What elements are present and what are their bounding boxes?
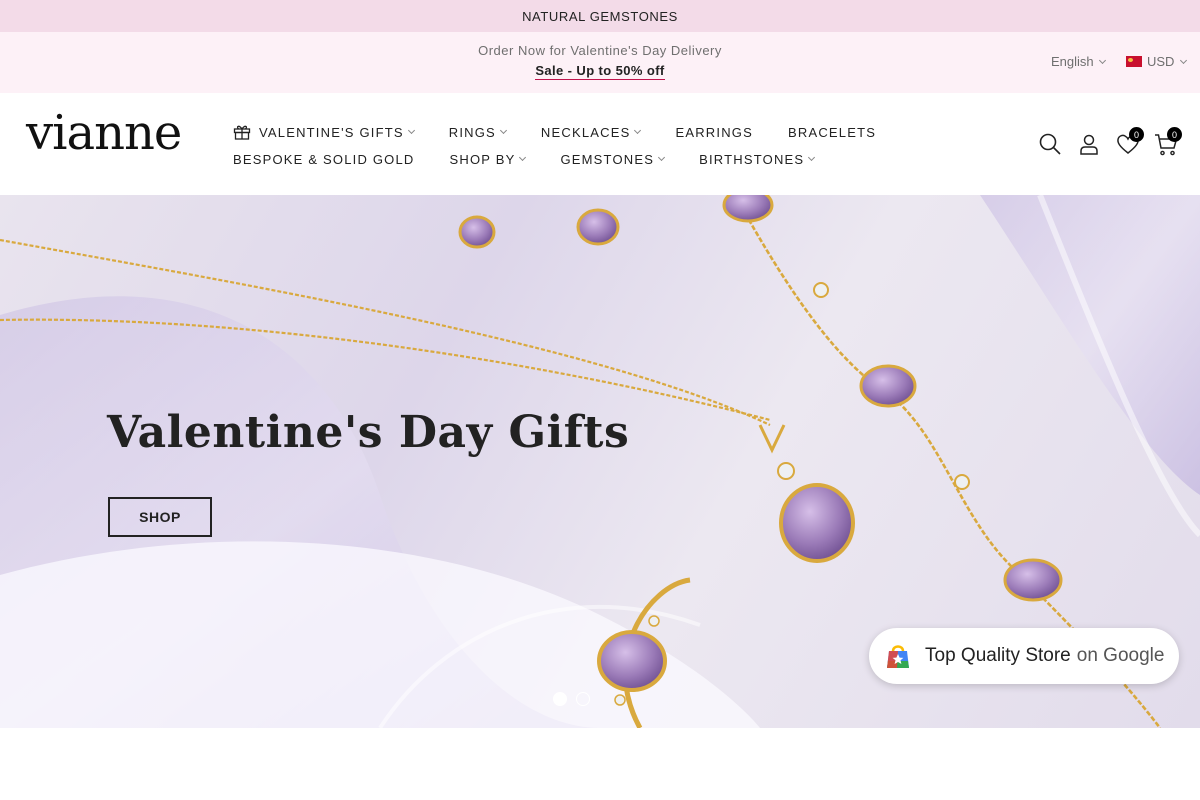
nav-item-rings[interactable]: RINGS xyxy=(448,124,507,140)
nav-label: EARRINGS xyxy=(675,124,753,140)
currency-label: USD xyxy=(1147,54,1175,69)
cart-count-badge: 0 xyxy=(1167,127,1182,142)
nav-item-bespoke-solid-gold[interactable]: BESPOKE & SOLID GOLD xyxy=(233,152,415,167)
nav-item-gemstones[interactable]: GEMSTONES xyxy=(560,151,666,167)
google-shopping-icon xyxy=(887,645,909,668)
chevron-down-icon xyxy=(658,153,666,161)
chevron-down-icon xyxy=(407,126,415,134)
nav-item-bracelets[interactable]: BRACELETS xyxy=(788,125,876,140)
announcement-text: NATURAL GEMSTONES xyxy=(522,8,678,24)
main-nav: VALENTINE'S GIFTS RINGS NECKLACES EARRIN… xyxy=(233,124,876,167)
nav-item-necklaces[interactable]: NECKLACES xyxy=(540,124,642,140)
site-logo[interactable]: vianne xyxy=(26,109,182,157)
cart-button[interactable]: 0 xyxy=(1154,127,1182,157)
sale-link[interactable]: Sale - Up to 50% off xyxy=(535,63,665,80)
nav-row-2: BESPOKE & SOLID GOLD SHOP BY GEMSTONES B… xyxy=(233,151,876,167)
announcement-bar: NATURAL GEMSTONES xyxy=(0,0,1200,32)
nav-label: SHOP BY xyxy=(449,151,516,167)
chevron-down-icon xyxy=(634,126,642,134)
promo-center: Order Now for Valentine's Day Delivery S… xyxy=(0,43,1200,80)
account-icon xyxy=(1080,134,1098,155)
gift-icon xyxy=(233,125,251,140)
search-button[interactable] xyxy=(1038,132,1062,156)
chevron-down-icon xyxy=(499,126,507,134)
wishlist-button[interactable]: 0 xyxy=(1116,127,1144,157)
nav-label: RINGS xyxy=(448,124,496,140)
nav-item-earrings[interactable]: EARRINGS xyxy=(675,125,753,140)
wishlist-count-badge: 0 xyxy=(1129,127,1144,142)
shop-button[interactable]: SHOP xyxy=(108,497,212,537)
google-badge-suffix: on Google xyxy=(1076,645,1165,666)
nav-label: BESPOKE & SOLID GOLD xyxy=(233,151,415,167)
nav-item-shop-by[interactable]: SHOP BY xyxy=(449,151,527,167)
chevron-down-icon xyxy=(519,153,527,161)
chevron-down-icon xyxy=(1180,56,1188,64)
flag-icon xyxy=(1126,56,1142,67)
language-selector[interactable]: English xyxy=(1051,54,1106,69)
promo-delivery-text: Order Now for Valentine's Day Delivery xyxy=(478,43,722,58)
currency-selector[interactable]: USD xyxy=(1126,54,1188,69)
google-top-quality-badge[interactable]: Top Quality Store on Google xyxy=(869,628,1179,684)
slider-dot-2[interactable] xyxy=(576,692,590,706)
nav-item-valentines-gifts[interactable]: VALENTINE'S GIFTS xyxy=(233,124,415,140)
chevron-down-icon xyxy=(1098,56,1106,64)
hero-title: Valentine's Day Gifts xyxy=(107,407,630,458)
nav-label: GEMSTONES xyxy=(560,151,655,167)
nav-label: VALENTINE'S GIFTS xyxy=(259,124,404,140)
chevron-down-icon xyxy=(808,153,816,161)
language-label: English xyxy=(1051,54,1094,69)
google-badge-main: Top Quality Store xyxy=(925,645,1071,666)
nav-item-birthstones[interactable]: BIRTHSTONES xyxy=(699,151,816,167)
slider-dots xyxy=(553,692,590,706)
account-button[interactable] xyxy=(1077,132,1101,156)
slider-dot-1[interactable] xyxy=(553,692,567,706)
site-header: vianne VALENTINE'S GIFTS RINGS NECKLACES xyxy=(0,93,1200,195)
nav-label: BIRTHSTONES xyxy=(699,151,805,167)
search-icon xyxy=(1039,133,1061,155)
nav-label: NECKLACES xyxy=(540,124,631,140)
promo-bar: Order Now for Valentine's Day Delivery S… xyxy=(0,32,1200,93)
nav-label: BRACELETS xyxy=(787,124,877,140)
nav-row-1: VALENTINE'S GIFTS RINGS NECKLACES EARRIN… xyxy=(233,124,876,140)
